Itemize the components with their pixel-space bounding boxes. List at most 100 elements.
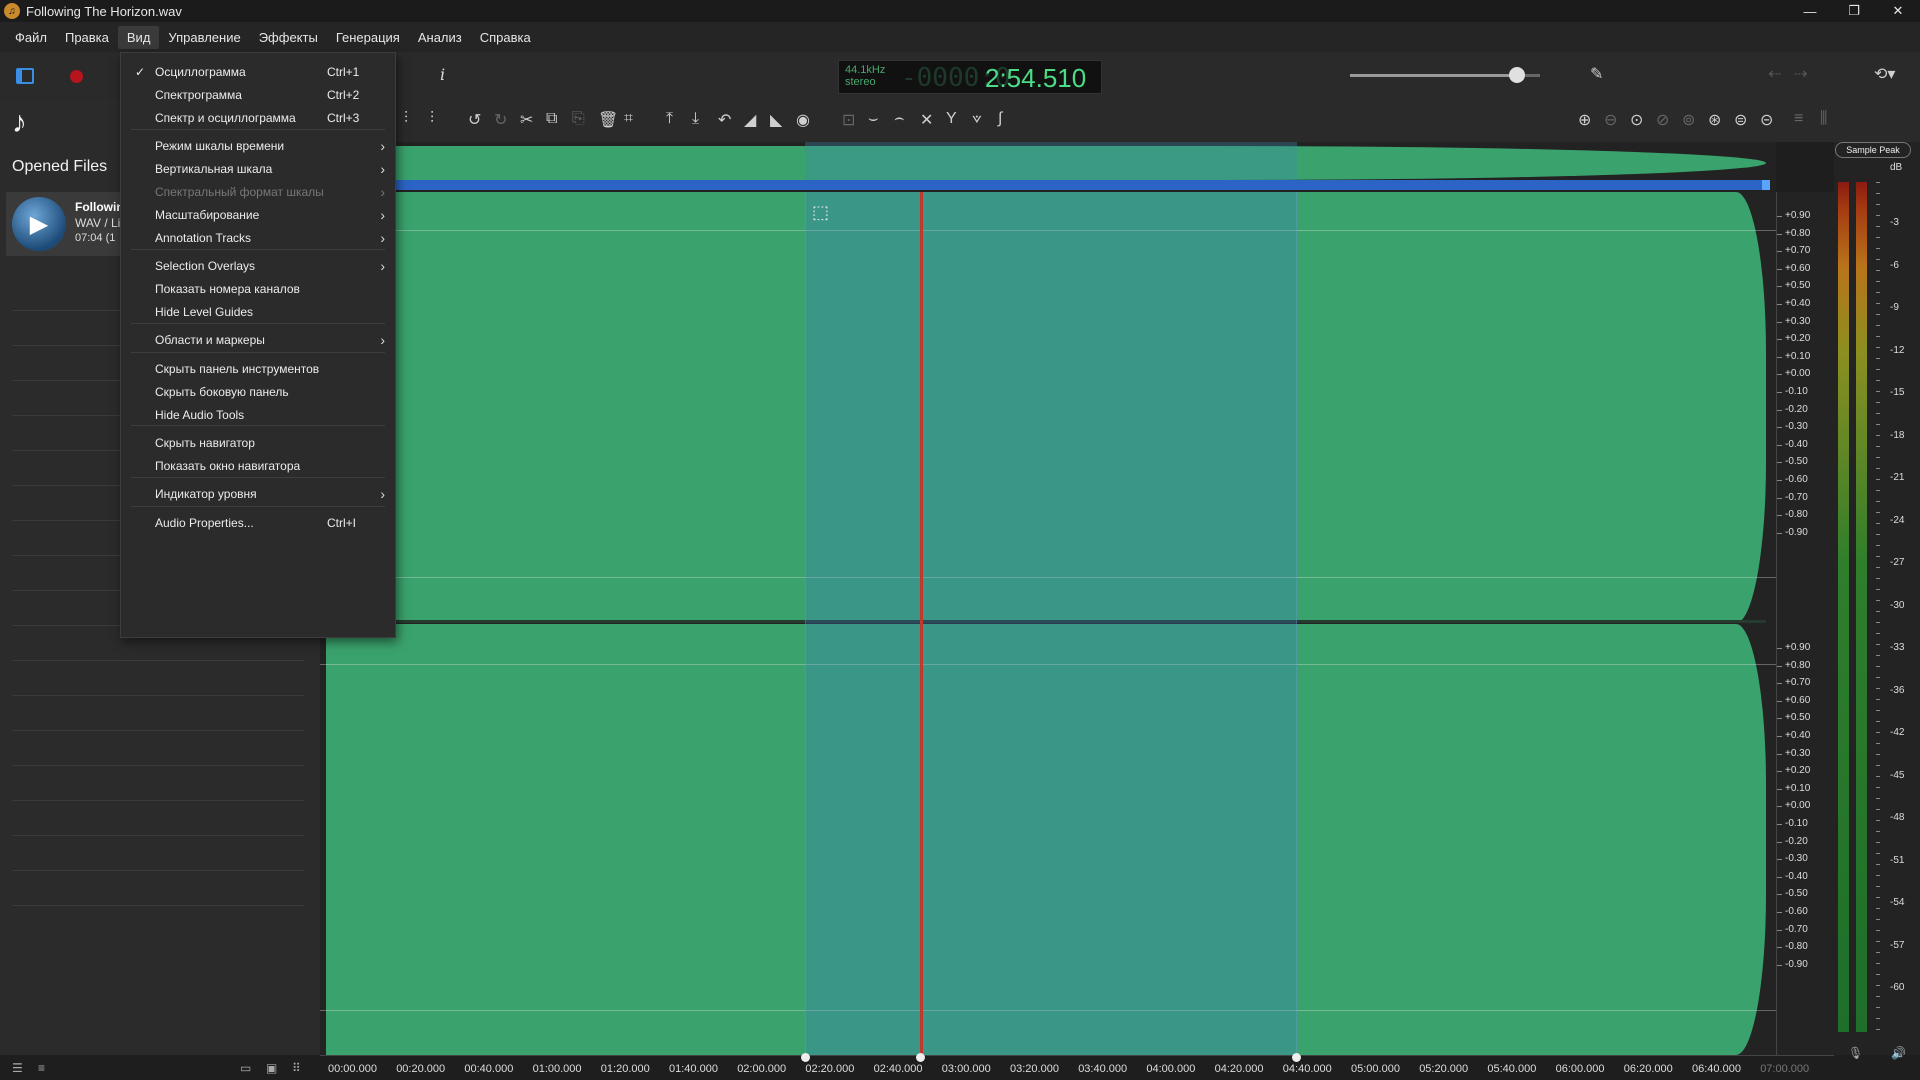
spectrum-alt-tool-icon[interactable]: ⫶ — [430, 110, 434, 128]
normalize-icon[interactable]: ⤒ — [666, 110, 673, 128]
maximize-button[interactable]: ❐ — [1832, 0, 1876, 22]
zoom-out-icon[interactable]: ⊖ — [1604, 110, 1617, 130]
time-ruler-label: 06:20.000 — [1623, 1063, 1673, 1075]
cursor-marker[interactable] — [916, 1053, 925, 1062]
redo-icon[interactable]: ↻ — [494, 110, 507, 130]
time-ruler[interactable]: 00:00.000 00:20.000 00:40.000 01:00.000 01:2… — [320, 1053, 1834, 1080]
record-icon[interactable] — [70, 69, 83, 83]
view-menu-item[interactable]: Hide Level Guides — [121, 299, 395, 325]
time-ruler-label: 03:00.000 — [941, 1063, 991, 1075]
fade-out-icon[interactable]: ◣ — [770, 110, 782, 130]
effect-icon[interactable]: ◉ — [796, 110, 810, 130]
amplitude-tick-label: +0.10 — [1776, 350, 1811, 362]
selection-region[interactable] — [805, 192, 1297, 1055]
menu-item-label: Осциллограмма — [155, 65, 246, 79]
list-divider — [12, 905, 304, 906]
meter-tick-label: -51 — [1890, 854, 1905, 866]
speaker-icon[interactable]: 🔊 — [1891, 1046, 1906, 1066]
navigator-handle[interactable] — [1762, 180, 1770, 190]
menu-item-shortcut: Ctrl+1 — [327, 65, 360, 79]
back-icon[interactable]: ⇠ — [1768, 64, 1781, 84]
cross-curve-icon[interactable]: ✕ — [920, 110, 933, 130]
amplitude-tick-label: +0.70 — [1776, 677, 1811, 689]
amplify-icon[interactable]: ⤓ — [692, 110, 699, 128]
minimize-button[interactable]: — — [1788, 0, 1832, 22]
crop-icon[interactable]: ⌗ — [624, 110, 633, 128]
thumbnail-icon[interactable]: ▭ — [240, 1061, 251, 1075]
grid-icon[interactable]: ⠿ — [292, 1061, 301, 1075]
selection-drag-icon[interactable]: ⬚ — [812, 202, 829, 223]
brush-icon[interactable]: ✎ — [1590, 64, 1603, 84]
curve-out-icon[interactable]: ⌢ — [894, 110, 905, 128]
amplitude-tick-label: -0.30 — [1777, 421, 1808, 433]
menu-effects[interactable]: Эффекты — [250, 26, 327, 49]
amplitude-tick-label: -0.20 — [1777, 835, 1808, 847]
view-menu-item[interactable]: Annotation Tracks › — [121, 225, 395, 251]
crossfade-icon[interactable]: ⊡ — [842, 110, 855, 130]
undo-icon[interactable]: ↺ — [468, 110, 481, 130]
paste-icon[interactable]: ⎘ — [572, 110, 585, 128]
view-menu-item[interactable]: Области и маркеры › — [121, 327, 395, 353]
menu-analyze[interactable]: Анализ — [409, 26, 471, 49]
microphone-icon[interactable]: 🎙 — [1848, 1046, 1863, 1066]
view-menu-item[interactable]: Показать окно навигатора — [121, 453, 395, 479]
volume-thumb[interactable] — [1509, 67, 1526, 83]
menu-generate[interactable]: Генерация — [327, 26, 409, 49]
list-divider — [12, 765, 304, 766]
time-ruler-label: 02:00.000 — [737, 1063, 787, 1075]
toggle-sidebar-icon[interactable] — [16, 68, 34, 84]
play-icon[interactable]: ▶ — [12, 197, 66, 251]
image-icon[interactable]: ▣ — [266, 1061, 277, 1075]
history-icon[interactable]: ⟲▾ — [1874, 64, 1895, 84]
delete-icon[interactable]: 🗑 — [598, 110, 618, 130]
zoom-reset-icon[interactable]: ⊚ — [1682, 110, 1695, 130]
selection-end-marker[interactable] — [1292, 1053, 1301, 1062]
menu-help[interactable]: Справка — [471, 26, 540, 49]
meter-scale-ticks — [1876, 182, 1880, 1032]
waveform-view[interactable]: ⬚ — [320, 192, 1776, 1055]
menu-item-label: Selection Overlays — [155, 259, 256, 273]
navigator[interactable] — [320, 142, 1776, 192]
meter-tick-label: -30 — [1890, 599, 1905, 611]
menu-file[interactable]: Файл — [6, 26, 56, 49]
columns-icon[interactable]: ⫼ — [1820, 110, 1827, 128]
view-menu-item[interactable]: Hide Audio Tools — [121, 402, 395, 428]
meter-tick-label: -18 — [1890, 429, 1905, 441]
copy-icon[interactable]: ⧉ — [546, 110, 557, 128]
menu-edit[interactable]: Правка — [56, 26, 118, 49]
spectrum-tool-icon[interactable]: ⫶ — [404, 110, 408, 128]
info-icon[interactable]: i — [440, 65, 445, 84]
fade-in-icon[interactable]: ◢ — [744, 110, 756, 130]
view-menu-item[interactable]: Индикатор уровня › — [121, 481, 395, 507]
vertical-zoom-fit-icon[interactable]: ⊝ — [1760, 110, 1773, 130]
cut-icon[interactable]: ✂ — [520, 110, 533, 130]
time-ruler-label: 03:20.000 — [1010, 1063, 1059, 1075]
zoom-in-icon[interactable]: ⊕ — [1578, 110, 1591, 130]
details-icon[interactable]: ≡ — [38, 1061, 45, 1075]
forward-icon[interactable]: ⇢ — [1794, 64, 1807, 84]
curve-in-icon[interactable]: ⌣ — [868, 110, 879, 128]
selection-start-marker[interactable] — [801, 1053, 810, 1062]
app-logo-icon: ♫ — [4, 3, 20, 19]
menu-view[interactable]: Вид — [117, 25, 160, 49]
close-button[interactable]: ✕ — [1876, 0, 1920, 22]
envelope-icon[interactable]: ∫ — [998, 110, 1002, 128]
menu-control[interactable]: Управление — [159, 26, 249, 49]
merge-icon[interactable]: ⟇ — [972, 110, 982, 128]
navigator-view-bar[interactable] — [388, 180, 1766, 190]
vertical-zoom-in-icon[interactable]: ⊛ — [1708, 110, 1721, 130]
reverse-icon[interactable]: ↶ — [718, 110, 731, 130]
volume-slider[interactable] — [1350, 67, 1540, 83]
view-menu-item[interactable]: Audio Properties... Ctrl+I — [121, 510, 395, 536]
list-view-icon[interactable]: ≡ — [1794, 110, 1803, 128]
zoom-selection-icon[interactable]: ⊘ — [1656, 110, 1669, 130]
view-menu-item[interactable]: Спектр и осциллограмма Ctrl+3 — [121, 105, 395, 131]
list-icon[interactable]: ☰ — [12, 1061, 23, 1075]
vertical-zoom-out-icon[interactable]: ⊜ — [1734, 110, 1747, 130]
amplitude-tick-label: -0.10 — [1777, 818, 1808, 829]
submenu-arrow-icon: › — [380, 207, 385, 223]
zoom-fit-icon[interactable]: ⊙ — [1630, 110, 1643, 130]
meter-mode-button[interactable]: Sample Peak — [1835, 142, 1911, 158]
split-icon[interactable]: Y — [946, 110, 957, 128]
playback-cursor[interactable] — [920, 192, 923, 1055]
